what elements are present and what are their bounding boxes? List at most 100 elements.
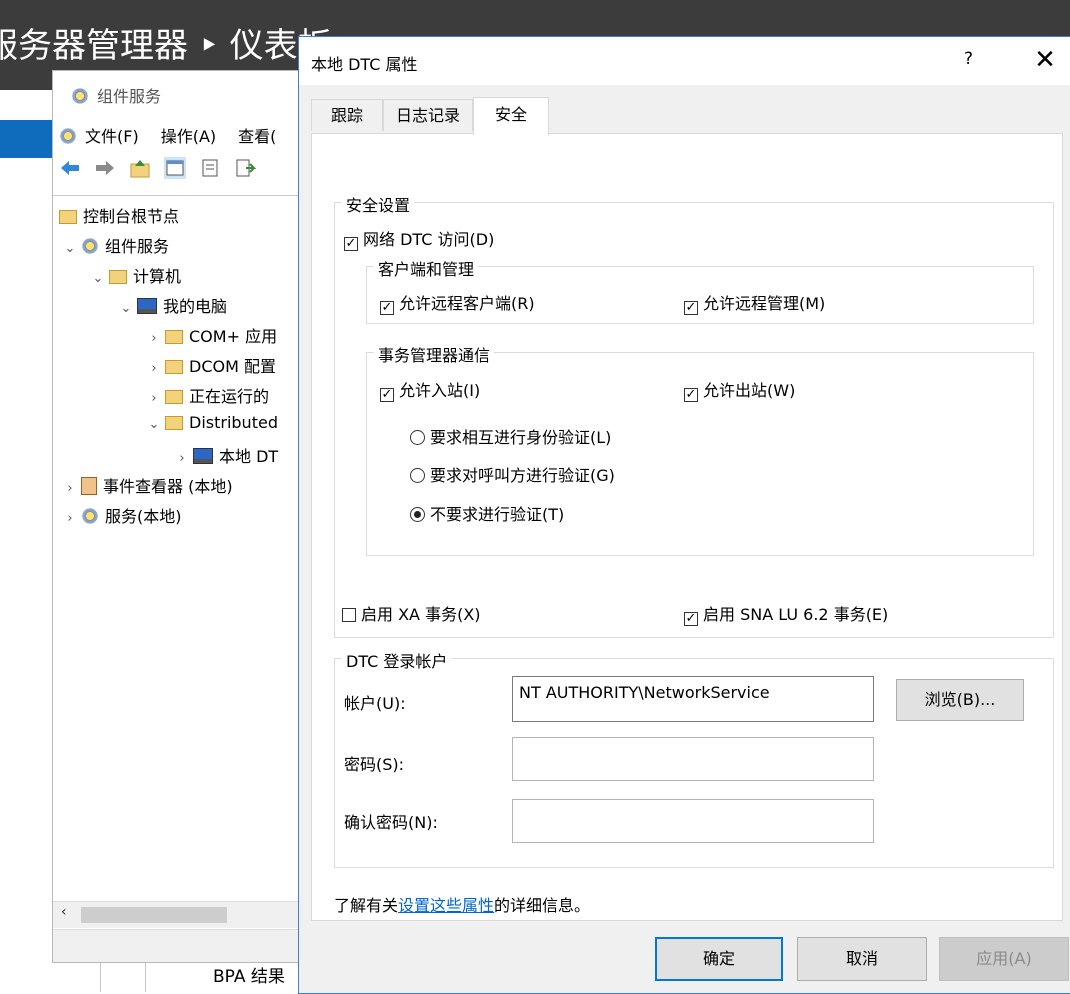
back-arrow-icon[interactable] xyxy=(59,157,81,179)
checkbox-box[interactable] xyxy=(342,608,356,622)
account-label: 帐户(U): xyxy=(344,694,406,713)
chevron-down-icon[interactable]: ⌄ xyxy=(91,271,105,286)
server-manager-title: 服务器管理器 ‣ 仪表板 xyxy=(0,26,332,66)
cancel-button[interactable]: 取消 xyxy=(797,937,927,981)
confirm-password-input[interactable] xyxy=(512,799,874,843)
confirm-password-label: 确认密码(N): xyxy=(344,813,438,832)
mmc-tree: 控制台根节点 ⌄ 组件服务 ⌄ 计算机 ⌄ 我的电脑 › COM+ 应用 › DCOM 配… xyxy=(53,195,311,902)
menu-view[interactable]: 查看( xyxy=(238,127,276,146)
folder-icon xyxy=(165,330,183,344)
chevron-right-icon[interactable]: › xyxy=(147,361,161,376)
password-label: 密码(S): xyxy=(344,755,405,774)
radio-circle[interactable] xyxy=(410,507,425,522)
bpa-results-label: BPA 结果 xyxy=(213,967,285,987)
settings-help-link[interactable]: 设置这些属性 xyxy=(398,896,494,915)
show-hide-tree-icon[interactable] xyxy=(164,157,187,179)
checkbox-box[interactable]: ✓ xyxy=(380,388,394,402)
browse-button[interactable]: 浏览(B)... xyxy=(896,679,1024,721)
mmc-menubar: 文件(F) 操作(A) 查看( xyxy=(59,123,298,147)
info-text: 了解有关设置这些属性的详细信息。 xyxy=(334,896,591,915)
tree-item-console-root[interactable]: 控制台根节点 xyxy=(59,203,179,227)
component-services-icon xyxy=(71,87,89,105)
checkbox-box[interactable]: ✓ xyxy=(684,388,698,402)
tree-item-component-services[interactable]: ⌄ 组件服务 xyxy=(63,233,169,257)
network-dtc-access-checkbox[interactable]: ✓ 网络 DTC 访问(D) xyxy=(344,226,494,251)
radio-circle[interactable] xyxy=(410,430,425,445)
close-icon[interactable]: ✕ xyxy=(1027,43,1063,79)
allow-remote-clients-checkbox[interactable]: ✓ 允许远程客户端(R) xyxy=(380,290,535,315)
dialog-title: 本地 DTC 属性 xyxy=(311,55,418,74)
tree-item-services[interactable]: › 服务(本地) xyxy=(63,503,182,527)
allow-outbound-checkbox[interactable]: ✓ 允许出站(W) xyxy=(684,377,795,402)
horizontal-scrollbar[interactable]: ‹ xyxy=(53,901,311,928)
apply-button[interactable]: 应用(A) xyxy=(939,937,1069,981)
tab-logging[interactable]: 日志记录 xyxy=(383,99,473,131)
scroll-left-icon[interactable]: ‹ xyxy=(61,904,67,920)
tree-item-computers[interactable]: ⌄ 计算机 xyxy=(91,263,181,287)
checkbox-box[interactable]: ✓ xyxy=(380,301,394,315)
tree-item-local-dtc[interactable]: › 本地 DT xyxy=(175,443,278,467)
folder-icon xyxy=(109,270,127,284)
properties-icon[interactable] xyxy=(199,157,221,179)
computer-icon xyxy=(193,448,213,464)
tree-item-my-computer[interactable]: ⌄ 我的电脑 xyxy=(119,293,227,317)
tree-item-running-processes[interactable]: › 正在运行的 xyxy=(147,383,269,407)
dtc-logon-account-legend: DTC 登录帐户 xyxy=(342,648,452,672)
chevron-down-icon[interactable]: ⌄ xyxy=(63,241,77,256)
security-tab-panel: 安全设置 ✓ 网络 DTC 访问(D) 客户端和管理 ✓ 允许远程客户端(R) ✓ 允… xyxy=(311,133,1063,921)
chevron-right-icon[interactable]: › xyxy=(63,481,77,496)
computer-icon xyxy=(137,298,157,314)
forward-arrow-icon[interactable] xyxy=(94,157,116,179)
server-manager-nav-selected[interactable] xyxy=(0,120,54,158)
menu-action[interactable]: 操作(A) xyxy=(161,127,216,146)
chevron-right-icon[interactable]: › xyxy=(63,511,77,526)
checkbox-box[interactable]: ✓ xyxy=(684,301,698,315)
tree-item-distributed-tc[interactable]: ⌄ Distributed xyxy=(147,413,278,432)
component-services-window: 组件服务 文件(F) 操作(A) 查看( 控制台根节点 ⌄ 组件服务 ⌄ 计算机 ⌄ 我的… xyxy=(52,70,312,963)
tm-communication-legend: 事务管理器通信 xyxy=(374,342,495,366)
event-viewer-icon xyxy=(81,477,97,495)
tab-tracing[interactable]: 跟踪 xyxy=(311,99,383,131)
tree-item-event-viewer[interactable]: › 事件查看器 (本地) xyxy=(63,473,233,497)
component-services-icon xyxy=(81,237,99,255)
allow-inbound-checkbox[interactable]: ✓ 允许入站(I) xyxy=(380,377,480,402)
chevron-down-icon[interactable]: ⌄ xyxy=(119,301,133,316)
mmc-toolbar xyxy=(59,157,264,183)
mmc-title-text: 组件服务 xyxy=(97,87,162,106)
ok-button[interactable]: 确定 xyxy=(655,937,783,981)
chevron-right-icon[interactable]: › xyxy=(147,331,161,346)
allow-remote-admin-checkbox[interactable]: ✓ 允许远程管理(M) xyxy=(684,290,825,315)
client-admin-legend: 客户端和管理 xyxy=(374,256,479,280)
menu-file[interactable]: 文件(F) xyxy=(85,127,139,146)
radio-circle[interactable] xyxy=(410,468,425,483)
account-input[interactable]: NT AUTHORITY\NetworkService xyxy=(512,676,874,722)
dialog-titlebar: 本地 DTC 属性 ? ✕ xyxy=(299,37,1070,85)
chevron-right-icon[interactable]: › xyxy=(147,391,161,406)
no-auth-radio[interactable]: 不要求进行验证(T) xyxy=(410,501,564,525)
up-folder-icon[interactable] xyxy=(129,157,151,179)
caller-auth-radio[interactable]: 要求对呼叫方进行验证(G) xyxy=(410,462,615,486)
enable-sna-checkbox[interactable]: ✓ 启用 SNA LU 6.2 事务(E) xyxy=(684,601,888,626)
services-gear-icon xyxy=(81,507,99,525)
help-button[interactable]: ? xyxy=(964,49,973,69)
status-bar xyxy=(53,929,311,962)
chevron-down-icon[interactable]: ⌄ xyxy=(147,417,161,432)
checkbox-box[interactable]: ✓ xyxy=(684,612,698,626)
enable-xa-checkbox[interactable]: 启用 XA 事务(X) xyxy=(342,601,481,625)
folder-icon xyxy=(165,390,183,404)
folder-icon xyxy=(165,360,183,374)
export-list-icon[interactable] xyxy=(234,157,257,179)
tree-item-dcom-config[interactable]: › DCOM 配置 xyxy=(147,353,276,377)
folder-icon xyxy=(165,416,183,430)
checkbox-box[interactable]: ✓ xyxy=(344,237,358,251)
scrollbar-thumb[interactable] xyxy=(81,907,227,923)
tree-item-com-apps[interactable]: › COM+ 应用 xyxy=(147,323,277,347)
app-menu-icon[interactable] xyxy=(59,127,77,145)
tab-security[interactable]: 安全 xyxy=(473,97,549,135)
mutual-auth-radio[interactable]: 要求相互进行身份验证(L) xyxy=(410,424,611,448)
chevron-right-icon[interactable]: › xyxy=(175,451,189,466)
folder-icon xyxy=(59,210,77,224)
password-input[interactable] xyxy=(512,737,874,781)
dtc-properties-dialog: 本地 DTC 属性 ? ✕ 跟踪 日志记录 安全 安全设置 ✓ 网络 DTC 访问… xyxy=(298,36,1070,994)
mmc-titlebar: 组件服务 xyxy=(67,83,161,107)
